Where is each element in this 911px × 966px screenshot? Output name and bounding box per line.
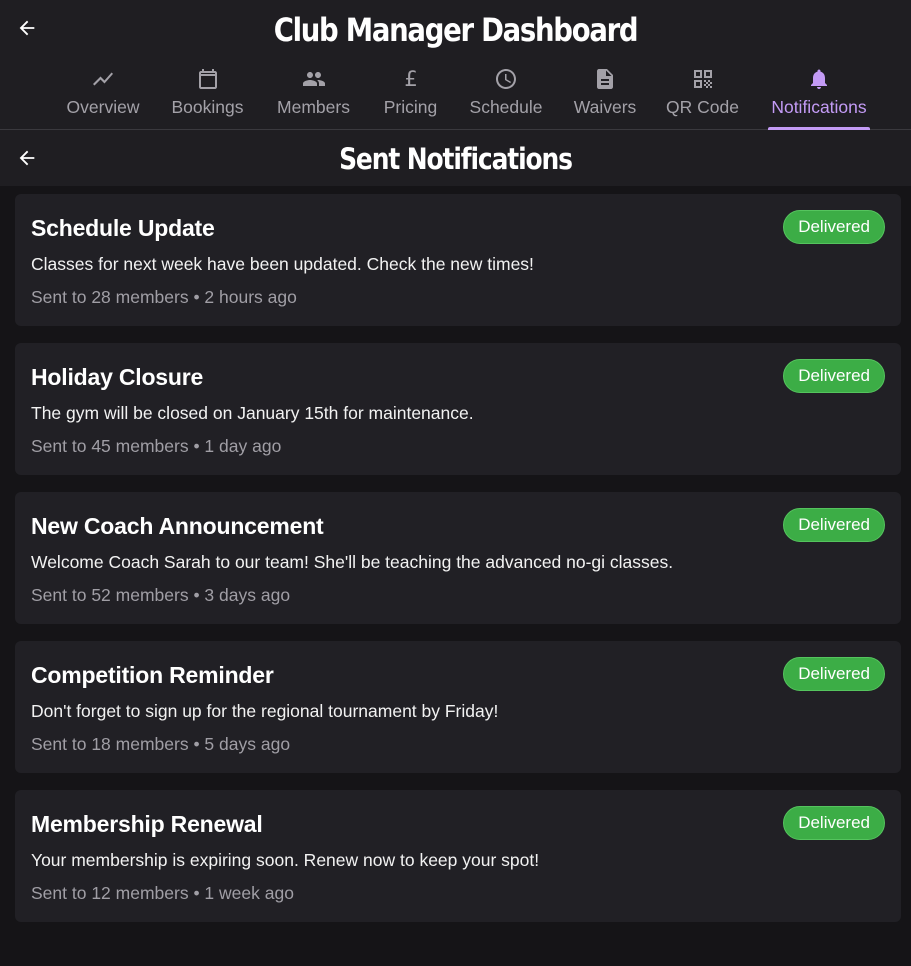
- notification-title: Holiday Closure: [31, 364, 204, 390]
- trending-up-icon: [91, 67, 115, 91]
- notification-message: The gym will be closed on January 15th f…: [31, 403, 474, 423]
- sub-header: Sent Notifications: [0, 130, 911, 186]
- page-title: Sent Notifications: [339, 142, 573, 176]
- tab-schedule[interactable]: Schedule: [469, 62, 543, 130]
- status-badge: Delivered: [783, 210, 885, 244]
- notification-list: Schedule Update Delivered Classes for ne…: [15, 194, 901, 939]
- notification-message: Welcome Coach Sarah to our team! She'll …: [31, 552, 674, 572]
- tab-bar: Overview Bookings Members £ Pricing Sche…: [0, 62, 911, 130]
- tab-notifications[interactable]: Notifications: [768, 62, 870, 130]
- tab-label: Bookings: [171, 97, 244, 117]
- notification-card[interactable]: Holiday Closure Delivered The gym will b…: [15, 343, 901, 475]
- notification-title: New Coach Announcement: [31, 513, 324, 539]
- tab-label: Pricing: [383, 97, 438, 117]
- clock-icon: [494, 67, 518, 91]
- tab-pricing[interactable]: £ Pricing: [383, 62, 438, 130]
- calendar-icon: [196, 67, 220, 91]
- app-title: Club Manager Dashboard: [273, 11, 639, 49]
- tab-label: Schedule: [469, 97, 543, 117]
- tab-waivers[interactable]: Waivers: [574, 62, 636, 130]
- notification-meta: Sent to 12 members • 1 week ago: [31, 883, 294, 903]
- status-badge: Delivered: [783, 806, 885, 840]
- notification-message: Don't forget to sign up for the regional…: [31, 701, 499, 721]
- notification-message: Classes for next week have been updated.…: [31, 254, 534, 274]
- notification-title: Schedule Update: [31, 215, 215, 241]
- pound-icon: £: [399, 67, 423, 91]
- notification-meta: Sent to 28 members • 2 hours ago: [31, 287, 297, 307]
- notification-meta: Sent to 45 members • 1 day ago: [31, 436, 282, 456]
- notification-card[interactable]: Membership Renewal Delivered Your member…: [15, 790, 901, 922]
- qr-code-icon: [691, 67, 715, 91]
- people-icon: [302, 67, 326, 91]
- arrow-left-icon: [19, 150, 35, 166]
- notification-title: Competition Reminder: [31, 662, 274, 688]
- back-button[interactable]: [9, 10, 45, 46]
- tab-label: Waivers: [573, 97, 637, 117]
- notification-card[interactable]: Competition Reminder Delivered Don't for…: [15, 641, 901, 773]
- notification-card[interactable]: Schedule Update Delivered Classes for ne…: [15, 194, 901, 326]
- tab-members[interactable]: Members: [276, 62, 351, 130]
- arrow-left-icon: [19, 20, 35, 36]
- tab-overview[interactable]: Overview: [67, 62, 139, 130]
- status-badge: Delivered: [783, 359, 885, 393]
- notification-meta: Sent to 52 members • 3 days ago: [31, 585, 291, 605]
- top-app-bar: Club Manager Dashboard Overview Bookings…: [0, 0, 911, 130]
- notification-message: Your membership is expiring soon. Renew …: [31, 850, 540, 870]
- status-badge: Delivered: [783, 508, 885, 542]
- tab-bookings[interactable]: Bookings: [171, 62, 244, 130]
- notification-card[interactable]: New Coach Announcement Delivered Welcome…: [15, 492, 901, 624]
- tab-label: Members: [277, 97, 350, 117]
- document-icon: [593, 67, 617, 91]
- notification-title: Membership Renewal: [31, 811, 263, 837]
- svg-text:£: £: [404, 67, 417, 91]
- tab-label: Overview: [66, 97, 140, 117]
- tab-label: QR Code: [666, 97, 739, 117]
- sub-back-button[interactable]: [9, 140, 45, 176]
- tab-label: Notifications: [771, 97, 867, 117]
- bell-icon: [807, 67, 831, 91]
- status-badge: Delivered: [783, 657, 885, 691]
- notification-meta: Sent to 18 members • 5 days ago: [31, 734, 291, 754]
- tab-qr-code[interactable]: QR Code: [666, 62, 739, 130]
